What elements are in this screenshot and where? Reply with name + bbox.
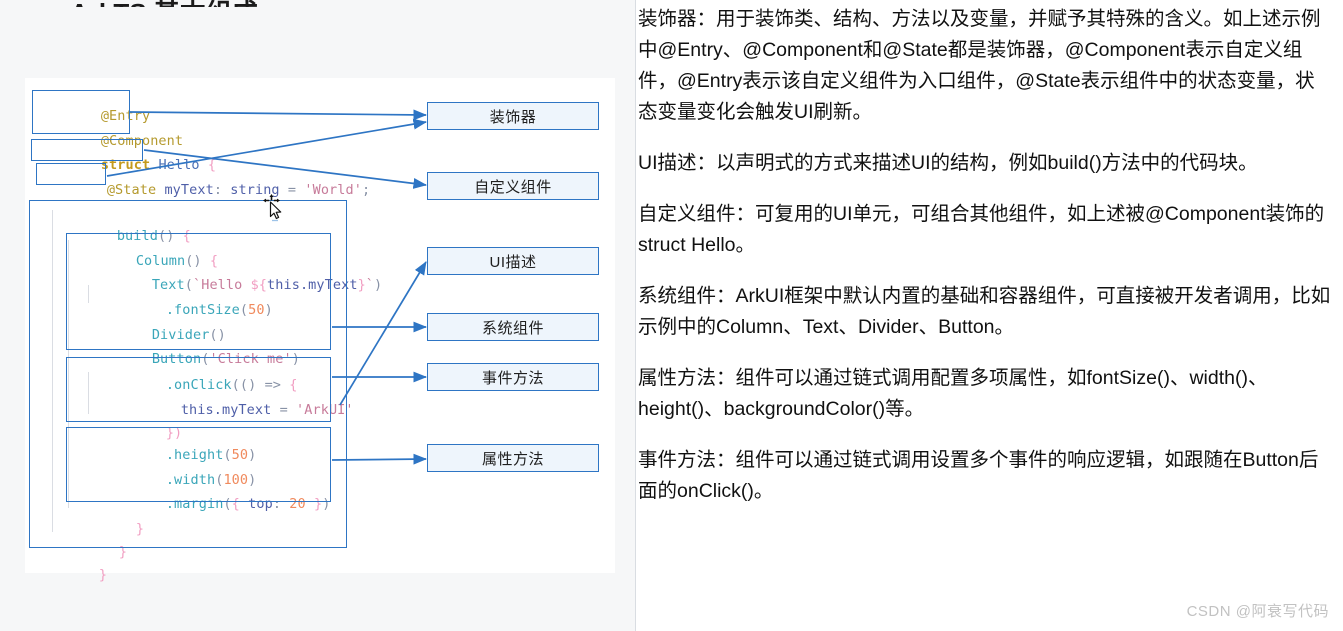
- screenshot-root: ArkTS 基本组成 @Entry @Component struct Hell…: [0, 0, 1343, 631]
- label-text: 装饰器: [489, 108, 537, 126]
- watermark: CSDN @阿衰写代码: [1186, 603, 1329, 620]
- highlight-box-decorators: [32, 90, 130, 134]
- label-box-attribute-method[interactable]: 属性方法: [427, 444, 599, 472]
- label-box-event-method[interactable]: 事件方法: [427, 363, 599, 391]
- page-title-cutoff: ArkTS 基本组成: [70, 0, 490, 7]
- label-text: 属性方法: [481, 450, 544, 468]
- label-text: UI描述: [489, 253, 537, 271]
- highlight-box-struct: [31, 139, 143, 161]
- paragraph-decorator: 装饰器：用于装饰类、结构、方法以及变量，并赋予其特殊的含义。如上述示例中@Ent…: [638, 8, 1321, 123]
- label-text: 自定义组件: [474, 178, 552, 196]
- diagram-panel: ArkTS 基本组成 @Entry @Component struct Hell…: [0, 0, 636, 631]
- label-text: 系统组件: [481, 319, 544, 337]
- highlight-box-column: [66, 233, 331, 350]
- paragraph-event-method: 事件方法：组件可以通过链式调用设置多个事件的响应逻辑，如跟随在Button后面的…: [638, 449, 1319, 502]
- label-box-decorator[interactable]: 装饰器: [427, 102, 599, 130]
- code-line: }: [98, 567, 108, 583]
- paragraph-ui-description: UI描述：以声明式的方式来描述UI的结构，例如build()方法中的代码块。: [638, 152, 1258, 174]
- label-box-custom-component[interactable]: 自定义组件: [427, 172, 599, 200]
- highlight-box-attributes: [66, 427, 331, 502]
- paragraph-custom-component: 自定义组件：可复用的UI单元，可组合其他组件，如上述被@Component装饰的…: [638, 203, 1325, 256]
- paragraph-attribute-method: 属性方法：组件可以通过链式调用配置多项属性，如fontSize()、width(…: [638, 367, 1268, 420]
- highlight-box-onclick: [66, 357, 331, 422]
- label-box-ui-description[interactable]: UI描述: [427, 247, 599, 275]
- move-cursor-icon: [263, 194, 282, 222]
- paragraph-system-component: 系统组件：ArkUI框架中默认内置的基础和容器组件，可直接被开发者调用，比如示例…: [638, 285, 1331, 338]
- label-box-system-component[interactable]: 系统组件: [427, 313, 599, 341]
- label-text: 事件方法: [481, 369, 544, 387]
- explanation-panel: 装饰器：用于装饰类、结构、方法以及变量，并赋予其特殊的含义。如上述示例中@Ent…: [636, 0, 1343, 631]
- highlight-box-state: [36, 163, 106, 185]
